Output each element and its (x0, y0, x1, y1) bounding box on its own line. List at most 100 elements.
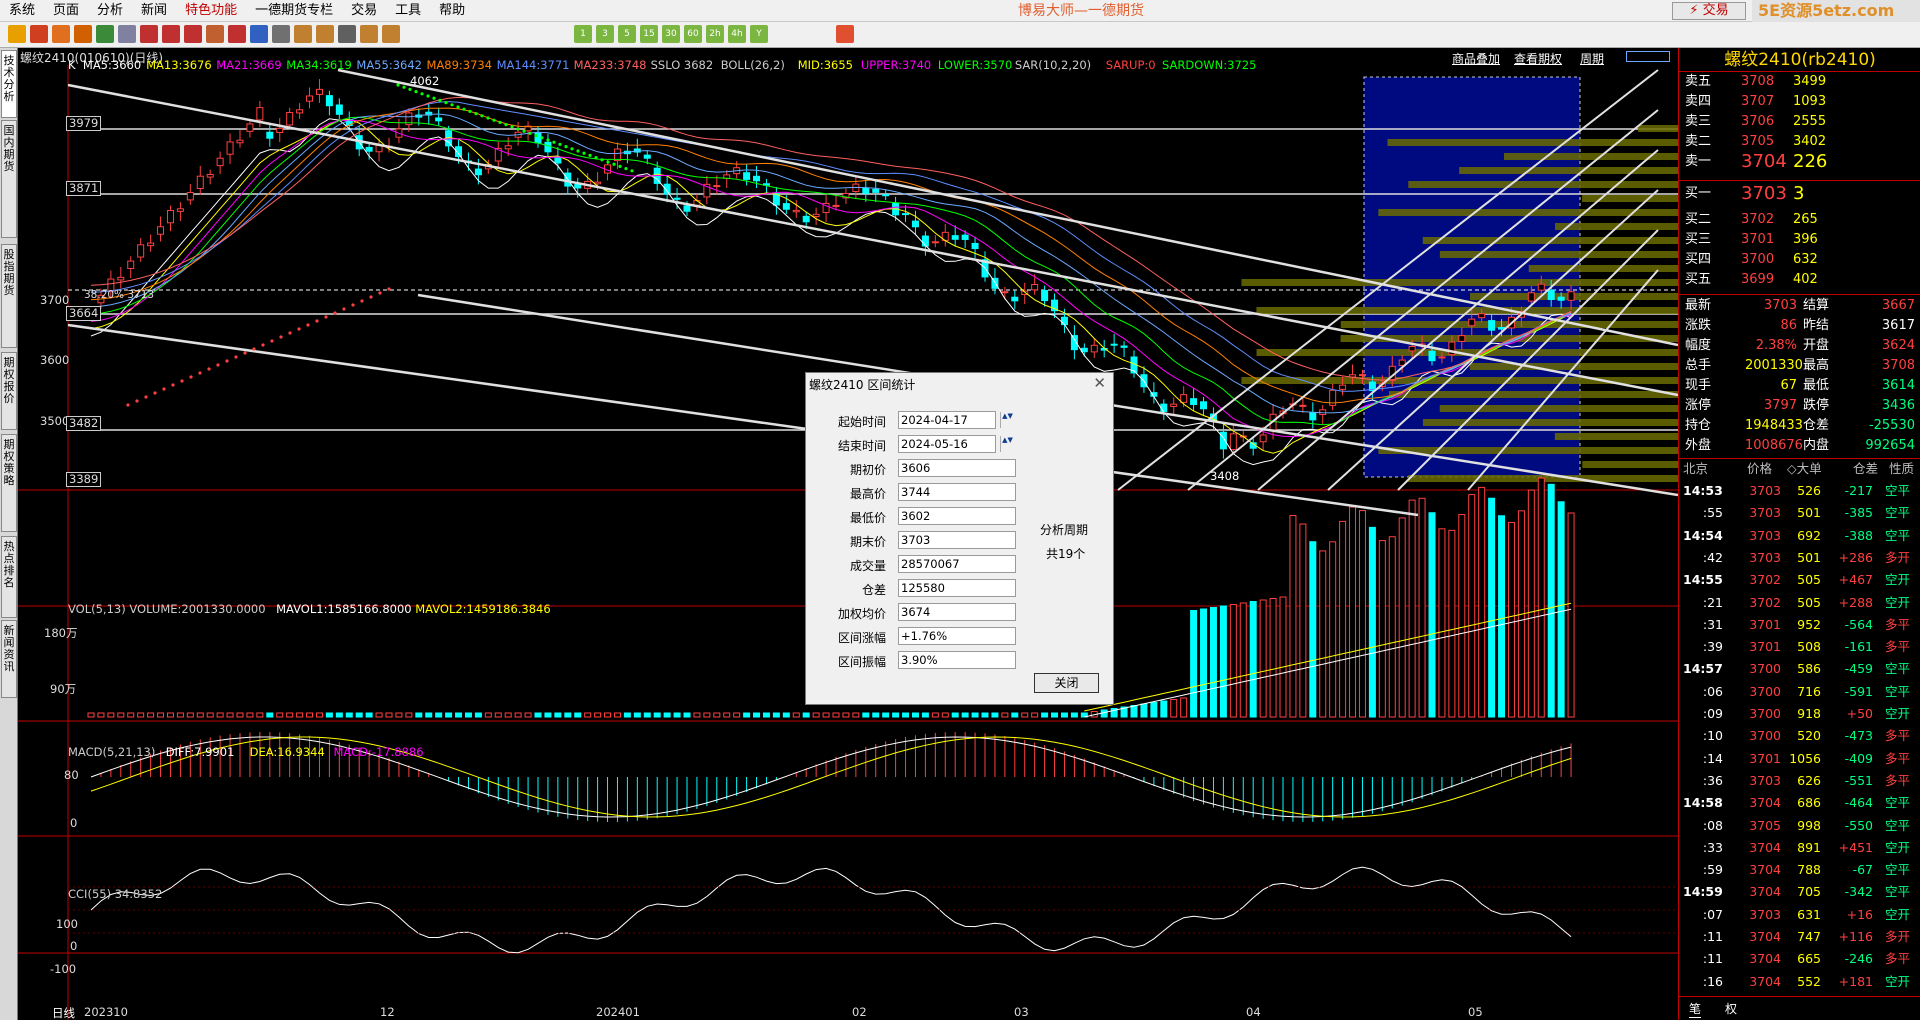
volume-profile-bar (1439, 405, 1678, 412)
close-icon[interactable]: ✕ (1093, 374, 1106, 392)
menu-item-7[interactable]: 工具 (386, 0, 430, 22)
menu-item-3[interactable]: 新闻 (132, 0, 176, 22)
volume-bar (534, 712, 542, 718)
tick-cell: 空平 (1885, 884, 1911, 900)
volume-bar (137, 712, 145, 718)
period-icon[interactable] (360, 25, 378, 43)
sar-dot (510, 125, 514, 129)
volume-bar (1150, 702, 1158, 718)
window-icon[interactable] (118, 25, 136, 43)
sar-dot (306, 323, 310, 327)
zoom-in-icon[interactable] (140, 25, 158, 43)
value-field[interactable]: 3703 (898, 531, 1016, 549)
stat-label: 总手 (1685, 358, 1712, 373)
period-tab[interactable]: 日线 (52, 1005, 75, 1020)
value-field[interactable]: 3744 (898, 483, 1016, 501)
left-tab-4[interactable]: 期权策略 (1, 434, 17, 532)
exchange-icon[interactable] (294, 25, 312, 43)
sar-dot (420, 92, 424, 96)
left-tab-0[interactable]: 技术分析 (1, 50, 17, 118)
volume-bar (802, 712, 810, 718)
date-input[interactable]: 2024-05-16 (898, 435, 996, 453)
window-layout-icon[interactable] (1626, 51, 1670, 62)
zoom-out-icon[interactable] (162, 25, 180, 43)
grid-icon[interactable] (272, 25, 290, 43)
left-tab-6[interactable]: 新闻资讯 (1, 620, 17, 698)
period-button-4h[interactable]: 4h (728, 25, 746, 43)
candle (882, 194, 890, 197)
quote-bottom-tab[interactable]: 权 (1725, 1000, 1737, 1017)
tick-row: :11 3704 665 -246 多平 (1681, 948, 1917, 970)
settings-icon[interactable] (836, 25, 854, 43)
menu-item-8[interactable]: 帮助 (430, 0, 474, 22)
volume-bar (792, 712, 800, 718)
sar-dot (438, 98, 442, 102)
close-button[interactable]: 关闭 (1034, 673, 1099, 693)
quote-bottom-tab[interactable]: 笔 (1689, 1000, 1702, 1018)
value-field[interactable]: 3674 (898, 603, 1016, 621)
menu-item-1[interactable]: 页面 (44, 0, 88, 22)
tick-cell: :42 (1702, 549, 1723, 565)
sar-dot (171, 383, 175, 387)
period-button-3[interactable]: 3 (596, 25, 614, 43)
tick-row: 14:58 3704 686 -464 空平 (1681, 792, 1917, 814)
left-tab-5[interactable]: 热点排名 (1, 536, 17, 618)
trade-button[interactable]: ⚡ 交易 (1672, 2, 1746, 20)
step-icon[interactable] (382, 25, 400, 43)
period-button-15[interactable]: 15 (640, 25, 658, 43)
macd-label-0: 0 (70, 816, 78, 830)
watermark-logo: 5E资源5etz.com (1752, 0, 1920, 22)
period-button-5[interactable]: 5 (618, 25, 636, 43)
value-field[interactable]: 3602 (898, 507, 1016, 525)
period-button-1[interactable]: 1 (574, 25, 592, 43)
sar-dot (606, 160, 610, 164)
spinner-icon[interactable]: ▲▼ (1000, 412, 1014, 428)
paint-icon[interactable] (206, 25, 224, 43)
funnel-icon[interactable] (228, 25, 246, 43)
pen-icon[interactable] (184, 25, 202, 43)
menu-item-2[interactable]: 分析 (88, 0, 132, 22)
volume-profile-bar (1387, 139, 1678, 146)
value-field[interactable]: 3.90% (898, 651, 1016, 669)
period-button-2h[interactable]: 2h (706, 25, 724, 43)
tick-cell: :14 (1702, 750, 1723, 766)
home-icon[interactable] (30, 25, 48, 43)
daily-icon[interactable] (338, 25, 356, 43)
candle (1190, 398, 1198, 405)
calc-icon[interactable] (316, 25, 334, 43)
menu-item-4[interactable]: 特色功能 (176, 0, 246, 22)
left-tab-2[interactable]: 股指期货 (1, 244, 17, 348)
value-field[interactable]: +1.76% (898, 627, 1016, 645)
spinner-icon[interactable]: ▲▼ (1000, 436, 1014, 452)
tick-row: :39 3701 508 -161 多平 (1681, 636, 1917, 658)
sar-dot (522, 129, 526, 133)
menu-item-5[interactable]: 一德期货专栏 (246, 0, 342, 22)
folder-icon[interactable] (52, 25, 70, 43)
candle (782, 203, 790, 210)
value-field[interactable]: 125580 (898, 579, 1016, 597)
refresh-icon[interactable] (96, 25, 114, 43)
date-input[interactable]: 2024-04-17 (898, 411, 996, 429)
menu-item-6[interactable]: 交易 (342, 0, 386, 22)
menu-item-0[interactable]: 系统 (0, 0, 44, 22)
network-icon[interactable] (250, 25, 268, 43)
volume-bar (872, 712, 880, 718)
open-icon[interactable] (74, 25, 92, 43)
left-tab-3[interactable]: 期权报价 (1, 352, 17, 430)
candle (1488, 320, 1496, 331)
value-field[interactable]: 3606 (898, 459, 1016, 477)
period-button-Y[interactable]: Y (750, 25, 768, 43)
candle (1358, 374, 1366, 377)
stat-label: 涨停 (1685, 398, 1712, 413)
period-button-60[interactable]: 60 (684, 25, 702, 43)
volume-bar (1041, 712, 1049, 718)
back-arrow-icon[interactable] (8, 25, 26, 43)
tick-cell: 14:58 (1683, 795, 1723, 811)
sar-dot (402, 85, 406, 89)
ask-price: 3705 (1741, 134, 1775, 149)
period-button-30[interactable]: 30 (662, 25, 680, 43)
tick-cell: 3703 (1749, 549, 1781, 565)
value-field[interactable]: 28570067 (898, 555, 1016, 573)
left-tab-1[interactable]: 国内期货 (1, 120, 17, 238)
bid-label: 买一 (1685, 186, 1712, 201)
